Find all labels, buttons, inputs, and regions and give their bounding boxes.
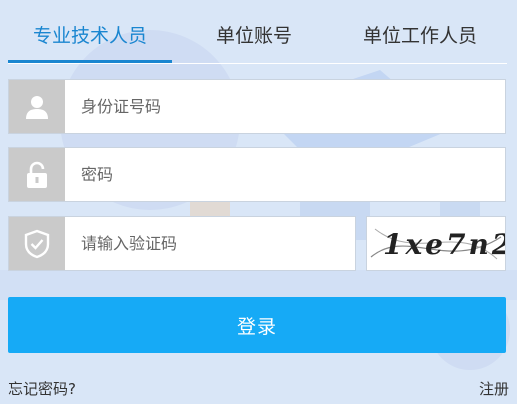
captcha-input[interactable] <box>67 217 353 270</box>
password-input[interactable] <box>67 148 503 201</box>
captcha-field <box>8 216 356 271</box>
login-type-tabs: 专业技术人员 单位账号 单位工作人员 <box>0 0 517 66</box>
tab-unit-staff[interactable]: 单位工作人员 <box>340 20 500 52</box>
captcha-image[interactable]: 1xe7n2 <box>366 216 511 271</box>
forgot-password-link[interactable]: 忘记密码? <box>8 378 76 400</box>
tab-unit-account[interactable]: 单位账号 <box>196 20 312 52</box>
lock-icon <box>9 148 65 201</box>
user-icon <box>9 80 65 133</box>
captcha-text: 1xe7n2 <box>383 228 505 261</box>
password-field <box>8 147 506 202</box>
login-panel: 专业技术人员 单位账号 单位工作人员 身份证号码 请输入验证码 1xe7n2 登… <box>0 0 517 404</box>
tab-divider <box>8 63 507 64</box>
active-tab-indicator <box>8 60 172 63</box>
tab-professional-staff[interactable]: 专业技术人员 <box>8 20 172 52</box>
id-number-input[interactable] <box>67 80 503 133</box>
register-link[interactable]: 注册 <box>479 378 509 400</box>
id-number-field <box>8 79 506 134</box>
shield-check-icon <box>9 217 65 270</box>
login-button[interactable]: 登录 <box>8 297 506 353</box>
